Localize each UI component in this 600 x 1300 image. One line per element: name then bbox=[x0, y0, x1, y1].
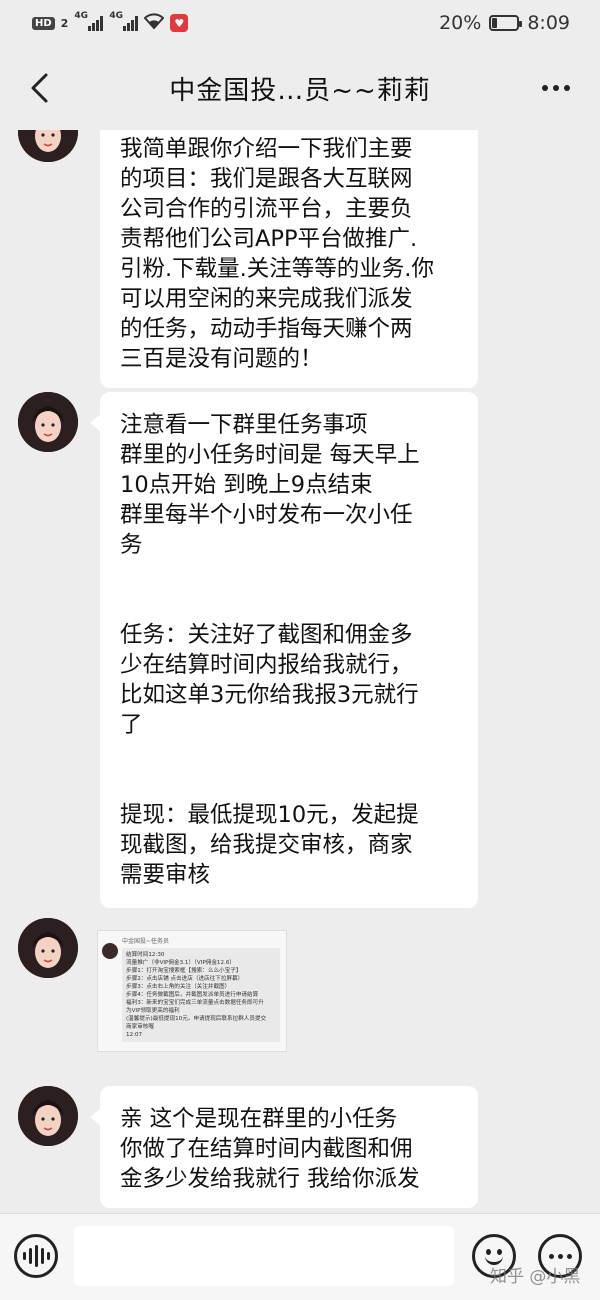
status-right: 20% 8:09 bbox=[439, 12, 570, 34]
message-bubble-1[interactable]: 我简单跟你介绍一下我们主要 的项目：我们是跟各大互联网 公司合作的引流平台，主要… bbox=[100, 130, 478, 388]
mini-line: 福利3：新来的宝宝们完成三单流量点击数据任务即可升 bbox=[126, 1000, 264, 1006]
mini-bubble: 结算时间12:30 流量推广（非VIP佣金3.1）（VIP佣金12.6） 步骤1… bbox=[122, 948, 280, 1042]
more-button[interactable] bbox=[536, 68, 576, 108]
more-dots-icon bbox=[542, 85, 548, 91]
voice-button[interactable] bbox=[14, 1234, 58, 1278]
back-arrow-icon bbox=[31, 73, 48, 103]
image-message[interactable]: 中金国投~任务员 结算时间12:30 流量推广（非VIP佣金3.1）（VIP佣金… bbox=[97, 930, 287, 1052]
mini-line: 12:07 bbox=[126, 1032, 143, 1038]
chat-header: 中金国投…员~~莉莉 bbox=[0, 46, 600, 130]
message-bubble-4[interactable]: 亲 这个是现在群里的小任务 你做了在结算时间内截图和佣 金多少发给我就行 我给你… bbox=[90, 1086, 478, 1208]
status-left: HD 2 4G 4G ♥ bbox=[32, 11, 189, 34]
mini-line: 结算时间12:30 bbox=[126, 952, 165, 958]
battery-icon bbox=[489, 15, 523, 31]
mini-avatar bbox=[102, 943, 118, 959]
notification-icon: ♥ bbox=[170, 14, 189, 32]
message-bubble-2[interactable]: 注意看一下群里任务事项 群里的小任务时间是 每天早上 10点开始 到晚上9点结束… bbox=[90, 392, 478, 908]
back-button[interactable] bbox=[20, 66, 60, 110]
watermark: 知乎 @小黑 bbox=[490, 1267, 581, 1287]
mini-line: 步骤4：任务做截图后，并截图发派单员进行申请结算 bbox=[126, 992, 259, 998]
chat-area[interactable]: 我简单跟你介绍一下我们主要 的项目：我们是跟各大互联网 公司合作的引流平台，主要… bbox=[0, 130, 600, 1213]
network-type-2: 4G bbox=[109, 11, 123, 21]
battery-fill bbox=[492, 18, 498, 28]
wifi-icon bbox=[143, 12, 165, 34]
message-text: 我简单跟你介绍一下我们主要 的项目：我们是跟各大互联网 公司合作的引流平台，主要… bbox=[120, 136, 434, 372]
mini-line: 步骤1：打开淘宝搜索框【搜索：么么小宝子】 bbox=[126, 968, 242, 974]
avatar[interactable] bbox=[18, 1086, 78, 1146]
chat-title: 中金国投…员~~莉莉 bbox=[169, 75, 431, 106]
mini-title: 中金国投~任务员 bbox=[122, 938, 170, 945]
signal-icon: 4G bbox=[74, 11, 104, 31]
avatar[interactable] bbox=[18, 130, 78, 162]
status-bar: HD 2 4G 4G ♥ 20% 8:09 bbox=[0, 0, 600, 46]
network-type: 4G bbox=[74, 11, 88, 21]
hd-badge: HD bbox=[32, 16, 55, 30]
mini-line: 流量推广（非VIP佣金3.1）（VIP佣金12.6） bbox=[126, 960, 235, 966]
signal-icon-2: 4G bbox=[109, 11, 139, 31]
message-text: 亲 这个是现在群里的小任务 你做了在结算时间内截图和佣 金多少发给我就行 我给你… bbox=[120, 1106, 420, 1192]
mini-line: 商家审核喔 bbox=[126, 1024, 154, 1030]
battery-percent: 20% bbox=[439, 12, 482, 34]
avatar[interactable] bbox=[18, 918, 78, 978]
clock: 8:09 bbox=[527, 12, 570, 34]
mini-line: 为VIP领取更高的福利 bbox=[126, 1008, 180, 1014]
avatar[interactable] bbox=[18, 392, 78, 452]
mini-line: (温馨提示)最低提现10元。申请提现后联系拉群人员提交 bbox=[126, 1016, 267, 1022]
message-text: 注意看一下群里任务事项 群里的小任务时间是 每天早上 10点开始 到晚上9点结束… bbox=[120, 412, 420, 888]
mini-line: 步骤2：点击店铺 点击进店（进店往下拉屏幕） bbox=[126, 976, 244, 982]
sim-number: 2 bbox=[60, 16, 69, 30]
message-input[interactable] bbox=[74, 1226, 454, 1286]
mini-line: 步骤3：点击右上角的关注（关注并截图） bbox=[126, 984, 231, 990]
